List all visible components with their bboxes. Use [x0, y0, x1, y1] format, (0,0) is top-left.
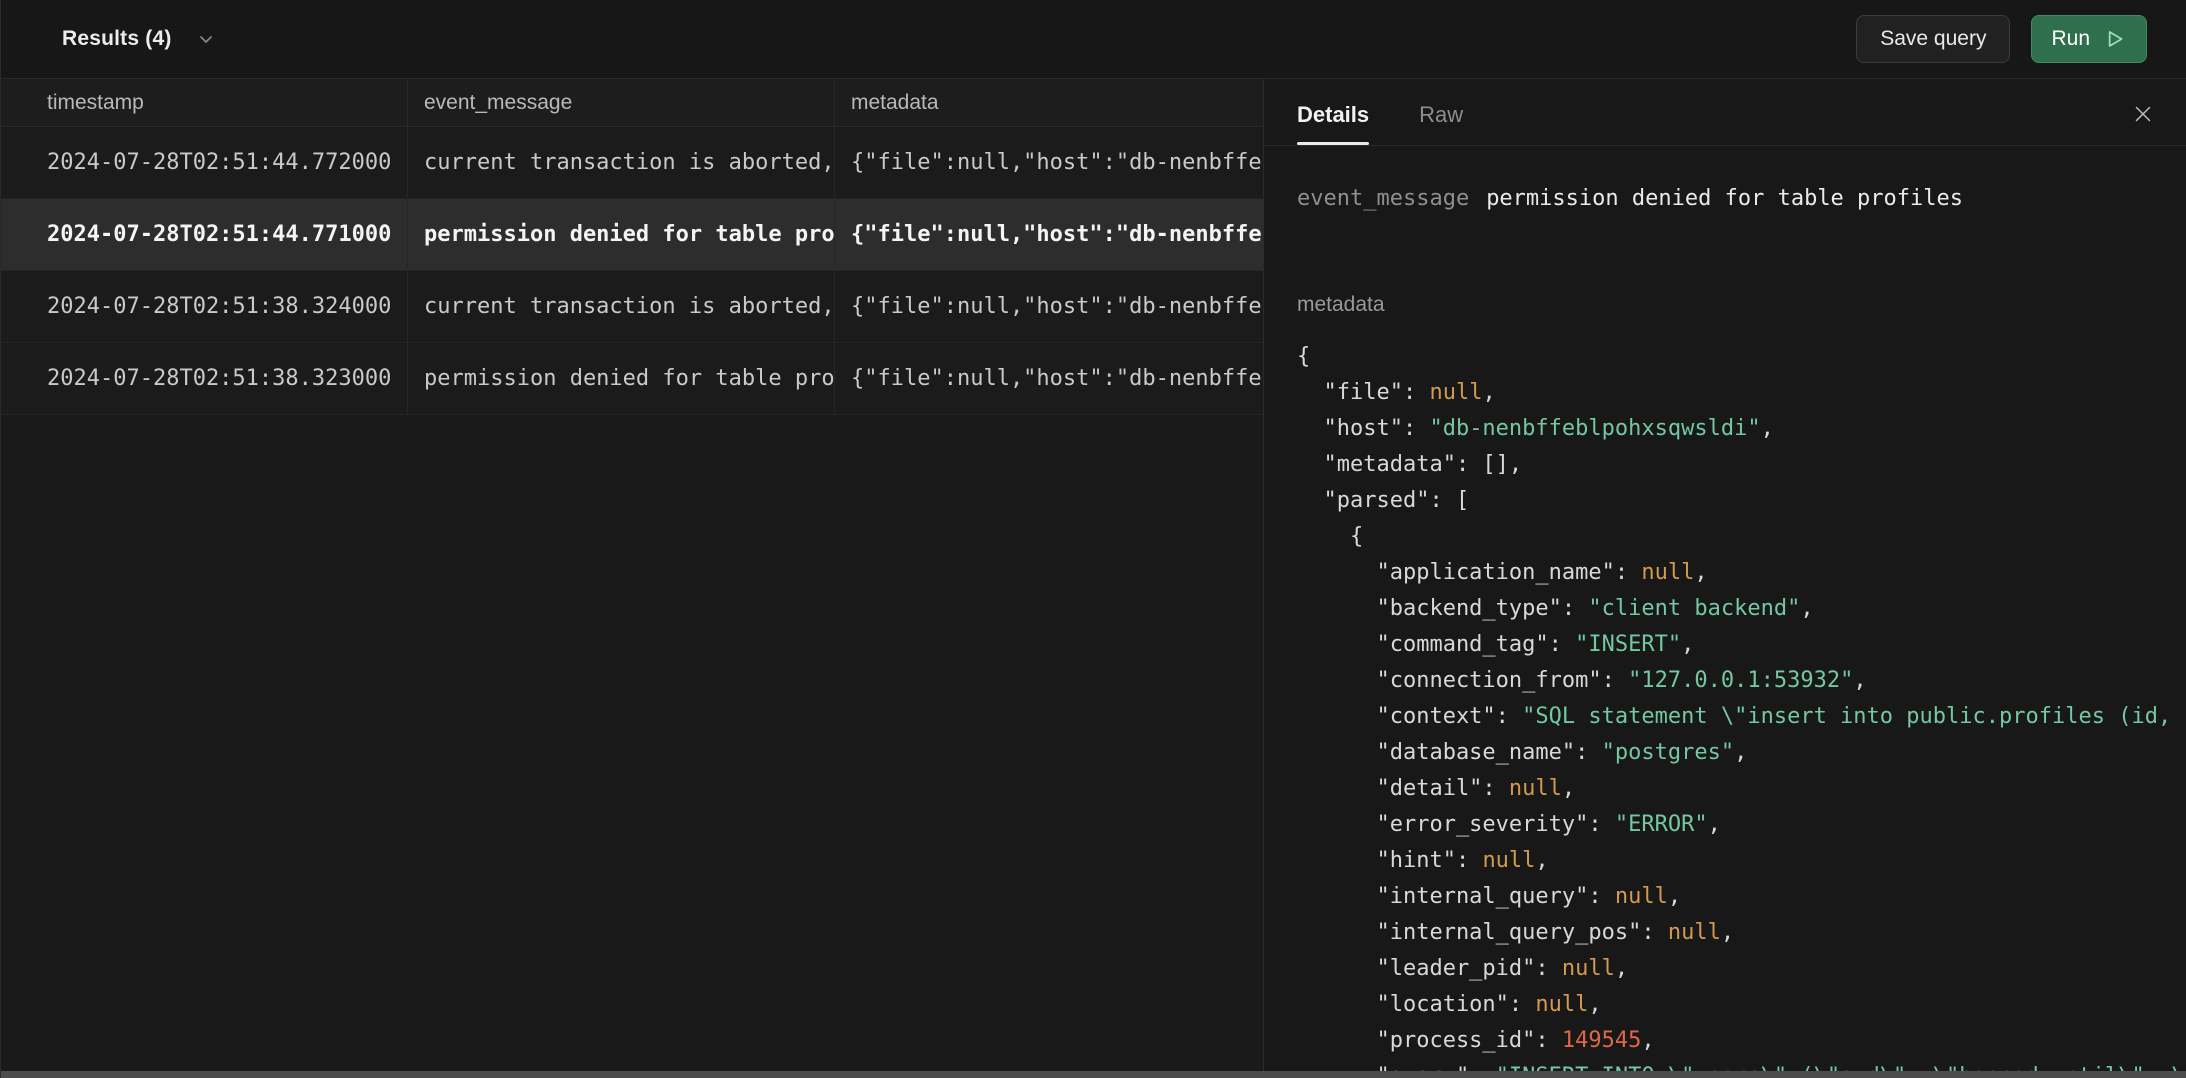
json-line: "detail": null,	[1297, 771, 2186, 807]
json-line: "backend_type": "client backend",	[1297, 591, 2186, 627]
table-row[interactable]: 2024-07-28T02:51:44.771000permission den…	[1, 199, 1264, 271]
results-count-label: Results (4)	[62, 27, 172, 51]
json-line: "query": "INSERT INTO \"users\" (\"aud\"…	[1297, 1059, 2186, 1071]
json-viewer: { "file": null, "host": "db-nenbffeblpoh…	[1297, 339, 2186, 1071]
close-icon[interactable]	[2130, 79, 2156, 145]
cell-timestamp: 2024-07-28T02:51:44.772000	[1, 127, 408, 198]
cell-timestamp: 2024-07-28T02:51:44.771000	[1, 199, 408, 270]
json-line: "application_name": null,	[1297, 555, 2186, 591]
run-button-label: Run	[2051, 27, 2090, 51]
json-line: "metadata": [],	[1297, 447, 2186, 483]
event-message-label: event_message	[1297, 186, 1469, 211]
main-area: timestampevent_messagemetadata 2024-07-2…	[1, 79, 2186, 1078]
json-line: "internal_query": null,	[1297, 879, 2186, 915]
json-line: "parsed": [	[1297, 483, 2186, 519]
cell-timestamp: 2024-07-28T02:51:38.324000	[1, 271, 408, 342]
column-header-metadata: metadata	[835, 79, 1264, 126]
topbar: Results (4) Save query Run	[1, 0, 2186, 79]
cell-metadata: {"file":null,"host":"db-nenbffeblpohxsqw…	[835, 271, 1264, 342]
log-details-panel: Details Raw event_message permission deni…	[1263, 79, 2186, 1071]
cell-event_message: permission denied for table profiles	[408, 199, 835, 270]
tab-raw[interactable]: Raw	[1419, 79, 1463, 145]
json-line: "error_severity": "ERROR",	[1297, 807, 2186, 843]
json-line: "database_name": "postgres",	[1297, 735, 2186, 771]
horizontal-scrollbar[interactable]	[1, 1071, 2186, 1078]
details-panel-header: Details Raw	[1264, 79, 2186, 146]
save-query-button[interactable]: Save query	[1856, 15, 2010, 63]
table-header-row: timestampevent_messagemetadata	[1, 79, 1264, 127]
json-line: "internal_query_pos": null,	[1297, 915, 2186, 951]
json-line: "hint": null,	[1297, 843, 2186, 879]
table-row[interactable]: 2024-07-28T02:51:38.324000current transa…	[1, 271, 1264, 343]
tab-details[interactable]: Details	[1297, 79, 1369, 145]
json-line: {	[1297, 519, 2186, 555]
results-table: timestampevent_messagemetadata 2024-07-2…	[1, 79, 1264, 1078]
cell-metadata: {"file":null,"host":"db-nenbffeblpohxsqw…	[835, 199, 1264, 270]
run-button[interactable]: Run	[2031, 15, 2147, 63]
json-line: {	[1297, 339, 2186, 375]
results-dropdown[interactable]: Results (4)	[62, 27, 218, 51]
json-line: "command_tag": "INSERT",	[1297, 627, 2186, 663]
json-line: "leader_pid": null,	[1297, 951, 2186, 987]
json-line: "host": "db-nenbffeblpohxsqwsldi",	[1297, 411, 2186, 447]
cell-metadata: {"file":null,"host":"db-nenbffeblpohxsqw…	[835, 343, 1264, 414]
details-panel-body: event_message permission denied for tabl…	[1264, 146, 2186, 1071]
json-line: "file": null,	[1297, 375, 2186, 411]
json-line: "process_id": 149545,	[1297, 1023, 2186, 1059]
cell-metadata: {"file":null,"host":"db-nenbffeblpohxsqw…	[835, 127, 1264, 198]
column-header-timestamp: timestamp	[1, 79, 408, 126]
table-body: 2024-07-28T02:51:44.772000current transa…	[1, 127, 1264, 415]
play-icon	[2101, 26, 2127, 52]
cell-timestamp: 2024-07-28T02:51:38.323000	[1, 343, 408, 414]
json-line: "connection_from": "127.0.0.1:53932",	[1297, 663, 2186, 699]
cell-event_message: current transaction is aborted, commands…	[408, 127, 835, 198]
cell-event_message: current transaction is aborted, commands…	[408, 271, 835, 342]
json-line: "location": null,	[1297, 987, 2186, 1023]
chevron-down-icon	[194, 27, 218, 51]
event-message-field: event_message permission denied for tabl…	[1297, 186, 2186, 211]
table-row[interactable]: 2024-07-28T02:51:38.323000permission den…	[1, 343, 1264, 415]
logs-explorer-window: Results (4) Save query Run timestampeven…	[0, 0, 2186, 1078]
table-row[interactable]: 2024-07-28T02:51:44.772000current transa…	[1, 127, 1264, 199]
column-header-event_message: event_message	[408, 79, 835, 126]
event-message-value: permission denied for table profiles	[1486, 186, 1963, 211]
cell-event_message: permission denied for table profiles	[408, 343, 835, 414]
details-tabs: Details Raw	[1297, 79, 1463, 145]
metadata-section-label: metadata	[1297, 293, 2186, 317]
json-line: "context": "SQL statement \"insert into …	[1297, 699, 2186, 735]
